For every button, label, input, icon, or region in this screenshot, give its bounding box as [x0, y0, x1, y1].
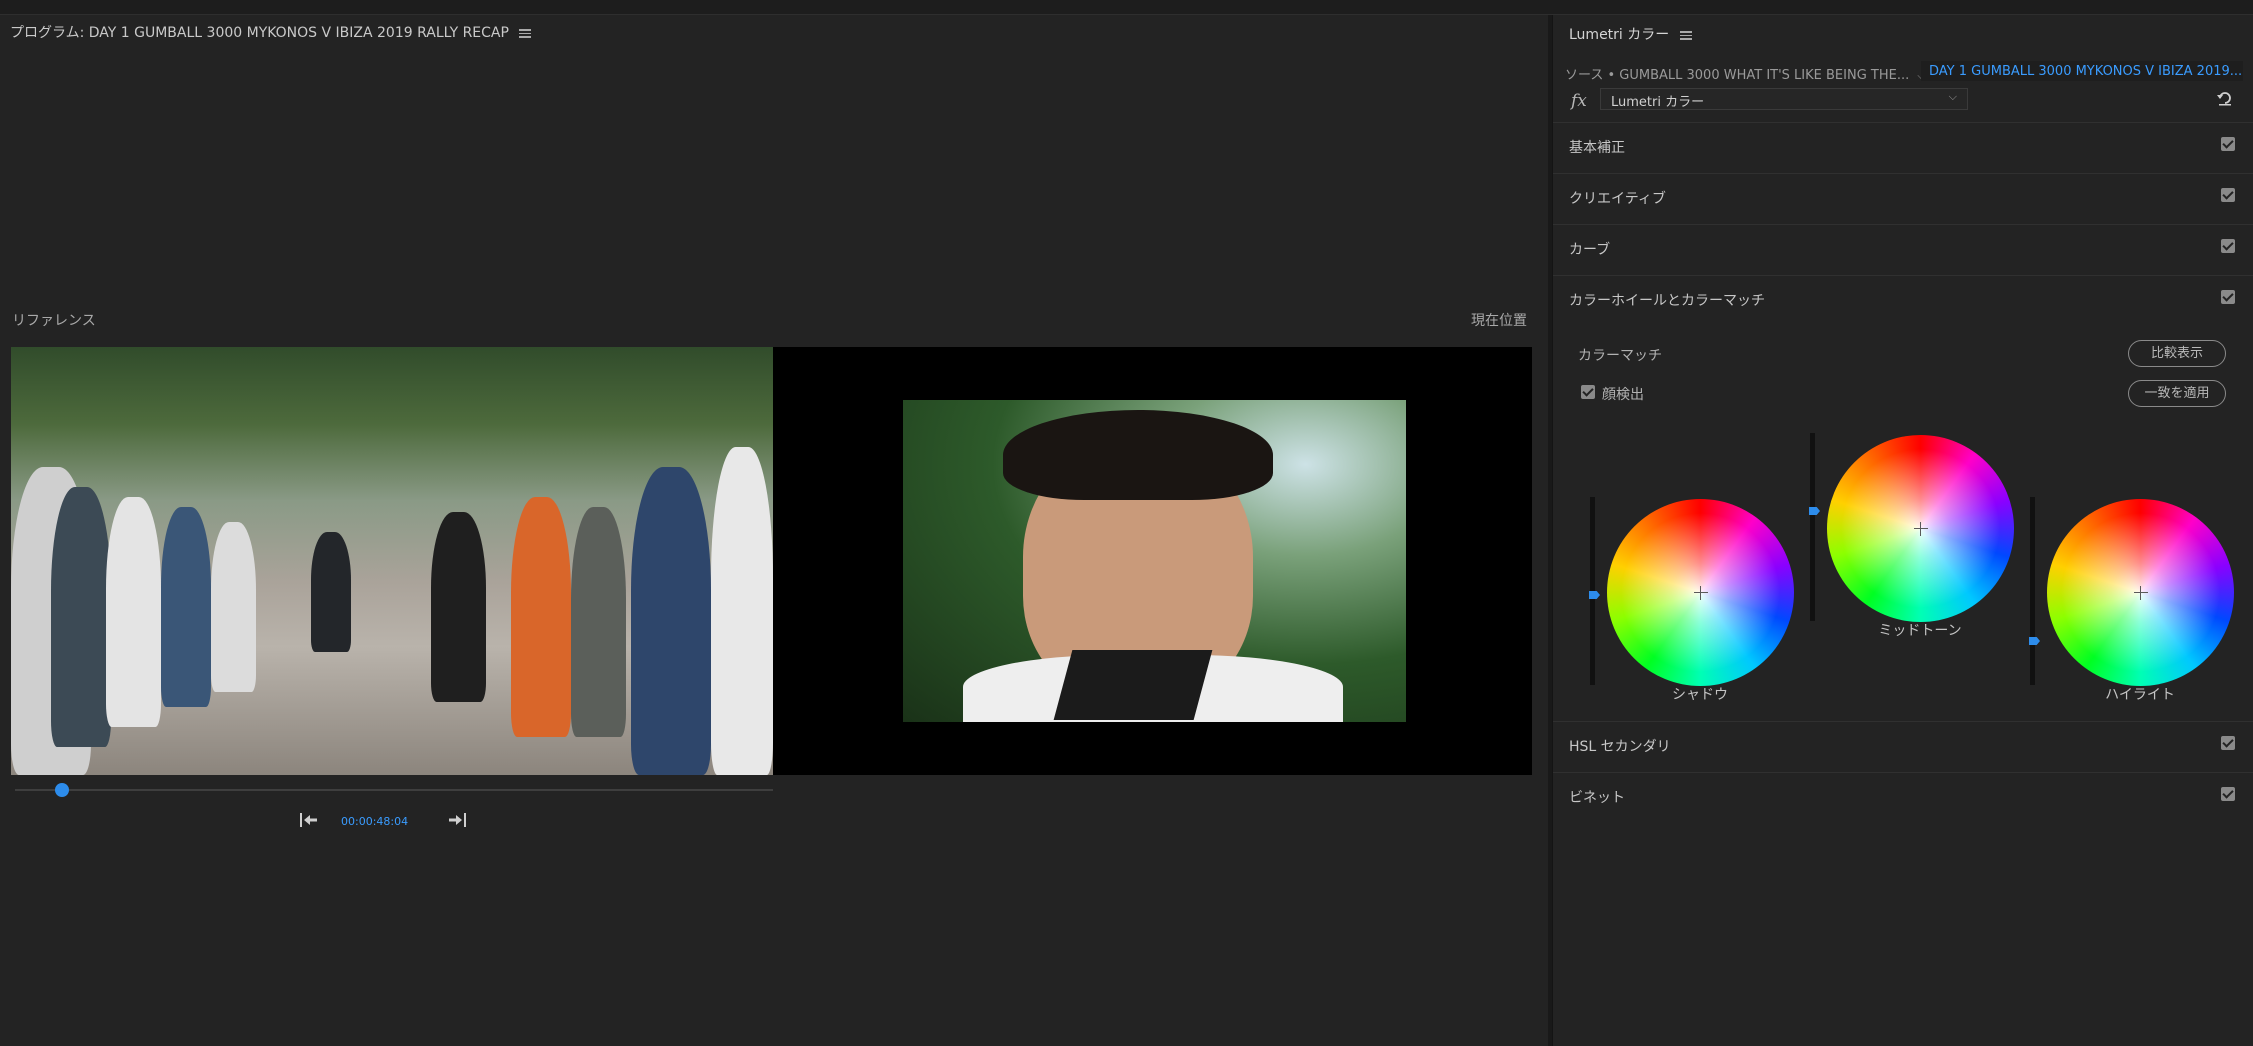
program-title-text: プログラム: DAY 1 GUMBALL 3000 MYKONOS V IBIZ…: [10, 25, 509, 41]
step-back-icon[interactable]: [298, 810, 322, 832]
source-clip-label: ソース • GUMBALL 3000 WHAT IT'S LIKE BEING …: [1565, 68, 1910, 83]
highlight-slider-handle[interactable]: [2029, 637, 2040, 645]
section-label: ビネット: [1569, 790, 1625, 806]
step-forward-icon[interactable]: [446, 810, 470, 832]
section-color-wheels[interactable]: カラーホイールとカラーマッチ: [1553, 275, 2253, 326]
transport-controls: 00:00:48:04: [298, 810, 468, 840]
effect-row: fx Lumetri カラー ⌵: [1553, 87, 2253, 119]
section-label: カーブ: [1569, 242, 1611, 258]
shadow-label: シャドウ: [1672, 687, 1728, 703]
section-hsl-secondary[interactable]: HSL セカンダリ: [1553, 721, 2253, 772]
panel-title: プログラム: DAY 1 GUMBALL 3000 MYKONOS V IBIZ…: [10, 22, 532, 42]
wheel-center-icon[interactable]: [1913, 521, 1928, 536]
top-strip: [0, 0, 2253, 15]
current-frame-image: [903, 400, 1406, 722]
highlight-color-wheel[interactable]: [2047, 499, 2234, 686]
section-label: HSL セカンダリ: [1569, 739, 1671, 755]
section-enable-checkbox[interactable]: [2221, 736, 2235, 750]
highlight-label: ハイライト: [2105, 687, 2175, 703]
apply-match-button[interactable]: 一致を適用: [2128, 380, 2226, 407]
effect-dropdown-value: Lumetri カラー: [1611, 95, 1705, 110]
lumetri-panel: Lumetri カラー ソース • GUMBALL 3000 WHAT IT'S…: [1552, 15, 2253, 1046]
source-clip-tab[interactable]: ソース • GUMBALL 3000 WHAT IT'S LIKE BEING …: [1565, 64, 1925, 83]
clip-tabs: ソース • GUMBALL 3000 WHAT IT'S LIKE BEING …: [1553, 59, 2253, 85]
panel-menu-icon[interactable]: [519, 28, 532, 38]
wheel-center-icon[interactable]: [2133, 585, 2148, 600]
lumetri-title-text: Lumetri カラー: [1569, 27, 1670, 43]
section-creative[interactable]: クリエイティブ: [1553, 173, 2253, 224]
section-vignette[interactable]: ビネット: [1553, 772, 2253, 823]
section-curves[interactable]: カーブ: [1553, 224, 2253, 275]
comparison-view: [11, 347, 1532, 775]
reference-label: リファレンス: [12, 313, 96, 329]
highlight-slider[interactable]: [2030, 497, 2035, 685]
fx-icon[interactable]: fx: [1571, 91, 1587, 111]
lumetri-title: Lumetri カラー: [1569, 24, 1692, 44]
effect-dropdown[interactable]: Lumetri カラー ⌵: [1600, 88, 1968, 110]
reference-frame-image: [11, 347, 773, 775]
current-position-label: 現在位置: [1471, 313, 1527, 329]
reset-icon[interactable]: [2216, 89, 2234, 111]
face-detect-checkbox[interactable]: [1581, 385, 1595, 399]
lumetri-menu-icon[interactable]: [1679, 30, 1692, 40]
shadow-slider-handle[interactable]: [1589, 591, 1600, 599]
section-enable-checkbox[interactable]: [2221, 290, 2235, 304]
section-label: クリエイティブ: [1569, 191, 1666, 207]
chevron-down-icon: ⌵: [1948, 90, 1957, 103]
section-enable-checkbox[interactable]: [2221, 787, 2235, 801]
section-enable-checkbox[interactable]: [2221, 137, 2235, 151]
timecode[interactable]: 00:00:48:04: [341, 815, 408, 828]
section-enable-checkbox[interactable]: [2221, 188, 2235, 202]
midtone-slider-handle[interactable]: [1809, 507, 1820, 515]
program-monitor: プログラム: DAY 1 GUMBALL 3000 MYKONOS V IBIZ…: [0, 15, 1548, 1046]
section-enable-checkbox[interactable]: [2221, 239, 2235, 253]
midtone-label: ミッドトーン: [1878, 623, 1962, 639]
section-label: カラーホイールとカラーマッチ: [1569, 293, 1765, 309]
midtone-slider[interactable]: [1810, 433, 1815, 621]
wheel-center-icon[interactable]: [1693, 585, 1708, 600]
section-basic-correction[interactable]: 基本補正: [1553, 122, 2253, 173]
section-label: 基本補正: [1569, 140, 1625, 156]
compare-view-button[interactable]: 比較表示: [2128, 340, 2226, 367]
playhead-track[interactable]: [15, 789, 773, 791]
face-detect-label: 顔検出: [1602, 387, 1644, 403]
midtone-color-wheel[interactable]: [1827, 435, 2014, 622]
sequence-clip-tab[interactable]: DAY 1 GUMBALL 3000 MYKONOS V IBIZA 2019.…: [1921, 61, 2243, 81]
color-match-label: カラーマッチ: [1578, 348, 1662, 364]
playhead-handle[interactable]: [55, 783, 69, 797]
shadow-color-wheel[interactable]: [1607, 499, 1794, 686]
